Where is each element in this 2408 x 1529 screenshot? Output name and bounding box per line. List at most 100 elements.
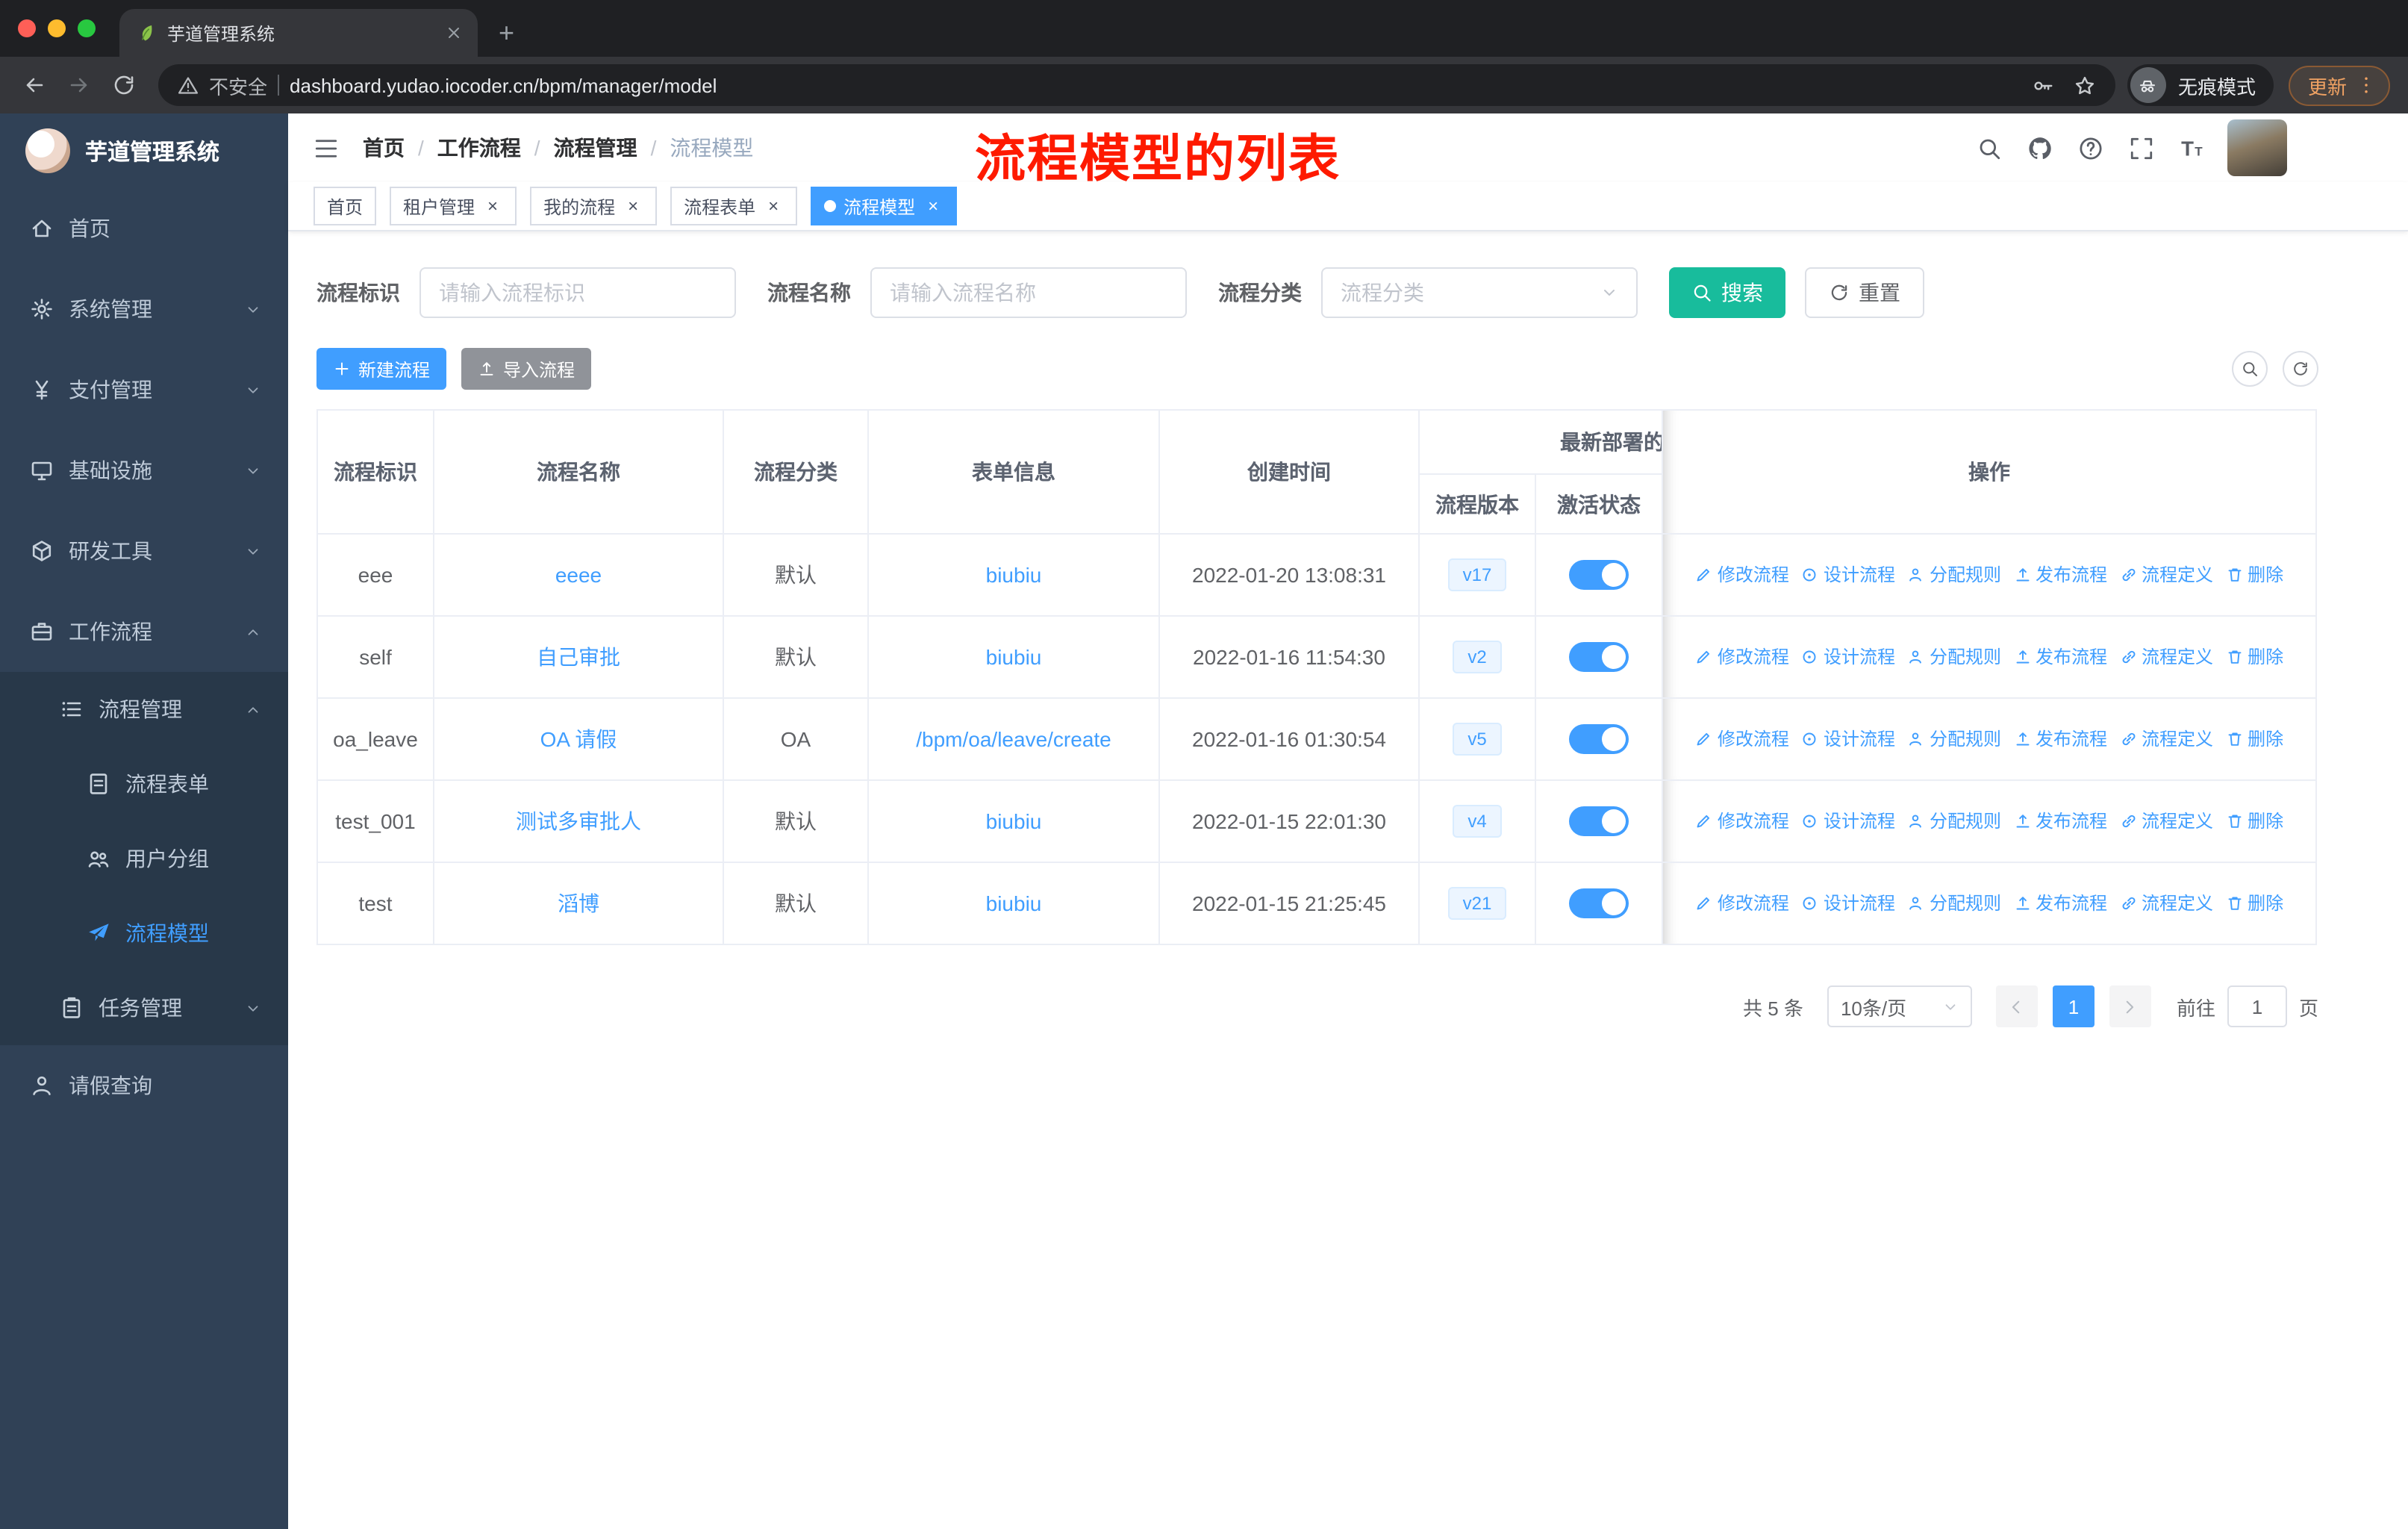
close-icon[interactable]: ×: [923, 196, 943, 217]
model-name-link[interactable]: OA 请假: [540, 727, 617, 751]
toggle-search-button[interactable]: [2232, 351, 2268, 387]
security-label[interactable]: 不安全: [209, 71, 267, 99]
close-icon[interactable]: ×: [763, 196, 784, 217]
action-delete-link[interactable]: 删除: [2225, 891, 2283, 916]
close-icon[interactable]: ×: [482, 196, 503, 217]
user-avatar[interactable]: [2227, 119, 2287, 176]
browser-tab[interactable]: 芋道管理系统: [119, 9, 478, 57]
goto-page-input[interactable]: [2227, 985, 2287, 1027]
action-delete-link[interactable]: 删除: [2225, 809, 2283, 834]
sidebar-item-payment-management[interactable]: 支付管理: [0, 349, 288, 430]
model-name-link[interactable]: 滔博: [558, 891, 599, 915]
action-design-link[interactable]: 设计流程: [1801, 726, 1895, 752]
breadcrumb-item[interactable]: 流程管理: [554, 133, 637, 163]
view-tag-1[interactable]: 租户管理 ×: [390, 187, 517, 225]
sidebar-item-dev-tools[interactable]: 研发工具: [0, 511, 288, 591]
action-assign-rule-link[interactable]: 分配规则: [1907, 562, 2001, 588]
sidebar-item-process-form[interactable]: 流程表单: [0, 747, 288, 821]
sidebar-item-workflow[interactable]: 工作流程: [0, 591, 288, 672]
category-select[interactable]: 流程分类: [1321, 267, 1638, 318]
view-tag-0[interactable]: 首页: [314, 187, 377, 225]
filter-input-0[interactable]: [419, 267, 736, 318]
view-tag-3[interactable]: 流程表单 ×: [670, 187, 798, 225]
sidebar-item-infrastructure[interactable]: 基础设施: [0, 430, 288, 511]
status-toggle[interactable]: [1569, 724, 1629, 754]
action-definition-link[interactable]: 流程定义: [2119, 726, 2213, 752]
close-icon[interactable]: ×: [623, 196, 643, 217]
sidebar-item-task-management[interactable]: 任务管理: [0, 971, 288, 1045]
maximize-window-button[interactable]: [78, 19, 96, 37]
key-icon[interactable]: [2032, 74, 2054, 96]
close-window-button[interactable]: [18, 19, 36, 37]
sidebar-item-user-group[interactable]: 用户分组: [0, 821, 288, 896]
action-assign-rule-link[interactable]: 分配规则: [1907, 891, 2001, 916]
status-toggle[interactable]: [1569, 888, 1629, 918]
action-definition-link[interactable]: 流程定义: [2119, 809, 2213, 834]
reload-icon[interactable]: [102, 63, 146, 108]
action-design-link[interactable]: 设计流程: [1801, 809, 1895, 834]
sidebar-item-leave-query[interactable]: 请假查询: [0, 1045, 288, 1126]
action-edit-link[interactable]: 修改流程: [1695, 809, 1789, 834]
page-1-button[interactable]: 1: [2052, 985, 2094, 1027]
prev-page-button[interactable]: [1995, 985, 2038, 1027]
minimize-window-button[interactable]: [48, 19, 66, 37]
action-publish-link[interactable]: 发布流程: [2013, 809, 2107, 834]
action-delete-link[interactable]: 删除: [2225, 644, 2283, 670]
fold-icon[interactable]: [314, 135, 339, 161]
next-page-button[interactable]: [2109, 985, 2151, 1027]
model-name-link[interactable]: 测试多审批人: [516, 809, 641, 833]
action-edit-link[interactable]: 修改流程: [1695, 562, 1789, 588]
back-icon[interactable]: [12, 63, 57, 108]
import-model-button[interactable]: 导入流程: [461, 348, 592, 390]
model-name-link[interactable]: 自己审批: [537, 645, 620, 669]
action-assign-rule-link[interactable]: 分配规则: [1907, 644, 2001, 670]
page-size-select[interactable]: 10条/页: [1827, 985, 1972, 1027]
search-icon[interactable]: [1977, 135, 2002, 161]
form-info-link[interactable]: biubiu: [986, 891, 1042, 915]
breadcrumb-item[interactable]: 工作流程: [437, 133, 521, 163]
question-icon[interactable]: [2078, 135, 2103, 161]
action-definition-link[interactable]: 流程定义: [2119, 891, 2213, 916]
action-design-link[interactable]: 设计流程: [1801, 644, 1895, 670]
forward-icon[interactable]: [57, 63, 102, 108]
action-edit-link[interactable]: 修改流程: [1695, 891, 1789, 916]
create-model-button[interactable]: 新建流程: [316, 348, 447, 390]
form-info-link[interactable]: biubiu: [986, 563, 1042, 587]
action-definition-link[interactable]: 流程定义: [2119, 644, 2213, 670]
sidebar-item-process-management[interactable]: 流程管理: [0, 672, 288, 747]
model-name-link[interactable]: eeee: [555, 563, 602, 587]
action-delete-link[interactable]: 删除: [2225, 562, 2283, 588]
action-publish-link[interactable]: 发布流程: [2013, 891, 2107, 916]
sidebar-item-process-model[interactable]: 流程模型: [0, 896, 288, 971]
action-edit-link[interactable]: 修改流程: [1695, 726, 1789, 752]
view-tag-4[interactable]: 流程模型 ×: [811, 187, 958, 225]
form-info-link[interactable]: biubiu: [986, 809, 1042, 833]
sidebar-item-home[interactable]: 首页: [0, 188, 288, 269]
status-toggle[interactable]: [1569, 806, 1629, 836]
breadcrumb-item[interactable]: 首页: [363, 133, 405, 163]
action-design-link[interactable]: 设计流程: [1801, 562, 1895, 588]
action-assign-rule-link[interactable]: 分配规则: [1907, 726, 2001, 752]
star-icon[interactable]: [2074, 74, 2096, 96]
reset-button[interactable]: 重置: [1805, 267, 1924, 318]
view-tag-2[interactable]: 我的流程 ×: [530, 187, 658, 225]
status-toggle[interactable]: [1569, 560, 1629, 590]
incognito-badge[interactable]: 无痕模式: [2127, 64, 2274, 106]
update-button[interactable]: 更新: [2288, 65, 2390, 105]
url-text[interactable]: dashboard.yudao.iocoder.cn/bpm/manager/m…: [290, 74, 2021, 96]
status-toggle[interactable]: [1569, 642, 1629, 672]
action-delete-link[interactable]: 删除: [2225, 726, 2283, 752]
font-size-icon[interactable]: TT: [2180, 135, 2205, 161]
action-edit-link[interactable]: 修改流程: [1695, 644, 1789, 670]
action-publish-link[interactable]: 发布流程: [2013, 644, 2107, 670]
action-assign-rule-link[interactable]: 分配规则: [1907, 809, 2001, 834]
search-button[interactable]: 搜索: [1669, 267, 1785, 318]
dots-vertical-icon[interactable]: [2351, 75, 2381, 96]
fullscreen-icon[interactable]: [2129, 135, 2154, 161]
github-icon[interactable]: [2027, 135, 2053, 161]
form-info-link[interactable]: biubiu: [986, 645, 1042, 669]
form-info-link[interactable]: /bpm/oa/leave/create: [916, 727, 1111, 751]
refresh-table-button[interactable]: [2283, 351, 2318, 387]
action-design-link[interactable]: 设计流程: [1801, 891, 1895, 916]
action-publish-link[interactable]: 发布流程: [2013, 562, 2107, 588]
